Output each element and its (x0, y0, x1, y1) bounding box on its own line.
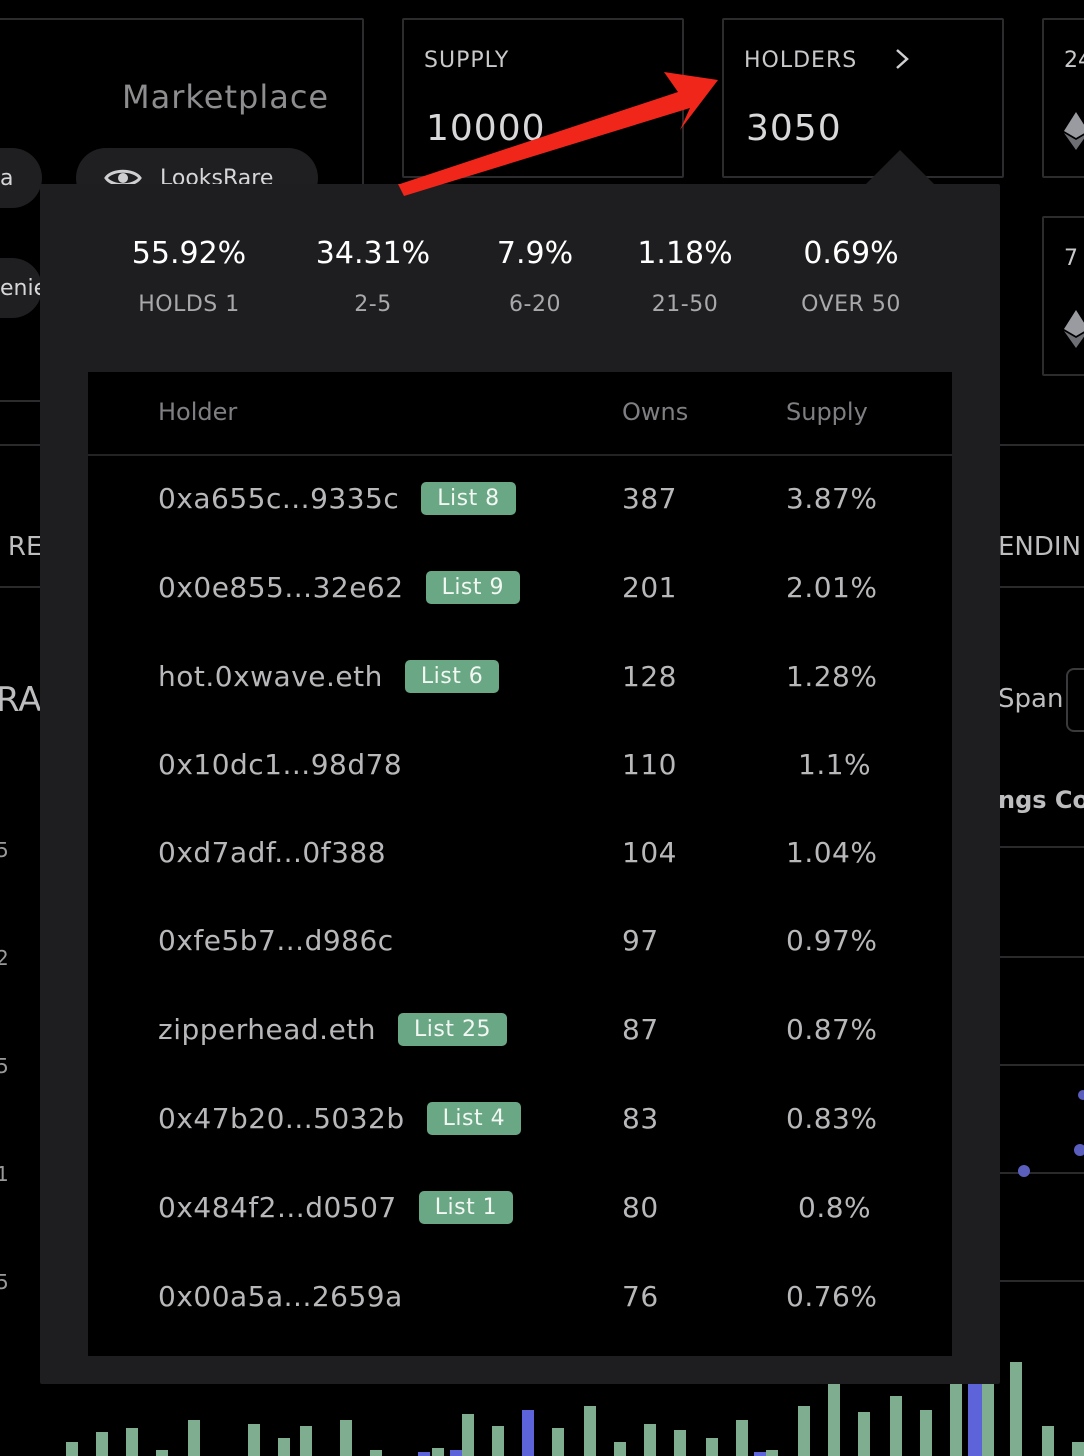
holder-cell[interactable]: 0xd7adf...0f388 (158, 836, 386, 869)
chart-point (1074, 1144, 1084, 1156)
list-badge[interactable]: List 9 (425, 571, 521, 604)
holder-address[interactable]: 0xa655c...9335c (158, 482, 399, 515)
table-row[interactable]: 0x47b20...5032b List 4 83 0.83% (88, 1102, 952, 1190)
distribution-label: 6-20 (509, 292, 561, 317)
supply-cell: 1.1% (798, 748, 872, 781)
holder-address[interactable]: 0xd7adf...0f388 (158, 836, 386, 869)
listings-column-fragment: ngs Co (998, 786, 1084, 814)
holders-table: Holder Owns Supply 0xa655c...9335c List 8… (88, 372, 952, 1356)
supply-cell: 0.8% (798, 1191, 872, 1224)
holders-popup: 55.92% HOLDS 1 34.31% 2-5 7.9% 6-20 1.18… (40, 184, 1000, 1384)
column-header-owns[interactable]: Owns (622, 398, 688, 426)
distribution-label: HOLDS 1 (138, 292, 240, 317)
column-header-holder[interactable]: Holder (158, 398, 237, 426)
holder-address[interactable]: 0x0e855...32e62 (158, 571, 404, 604)
holder-cell[interactable]: 0x484f2...d0507 List 1 (158, 1191, 514, 1224)
timespan-select[interactable] (1066, 668, 1084, 732)
owns-cell: 201 (622, 571, 677, 604)
table-row[interactable]: 0x10dc1...98d78 110 1.1% (88, 748, 952, 836)
holder-address[interactable]: 0xfe5b7...d986c (158, 924, 394, 957)
table-row[interactable]: 0xa655c...9335c List 8 387 3.87% (88, 482, 952, 570)
table-row[interactable]: 0xfe5b7...d986c 97 0.97% (88, 924, 952, 1012)
axis-tick: 5 (0, 838, 9, 862)
holder-cell[interactable]: 0x0e855...32e62 List 9 (158, 571, 521, 604)
holder-cell[interactable]: 0x10dc1...98d78 (158, 748, 402, 781)
divider (1000, 1172, 1084, 1174)
holder-cell[interactable]: 0x00a5a...2659a (158, 1280, 403, 1313)
tab-fragment-left[interactable]: I RE (0, 532, 42, 562)
timespan-label-fragment: Span (998, 684, 1064, 714)
holder-address[interactable]: zipperhead.eth (158, 1013, 376, 1046)
chart-point (1018, 1165, 1030, 1177)
table-row[interactable]: 0x00a5a...2659a 76 0.76% (88, 1280, 952, 1368)
axis-tick: 5 (0, 1054, 9, 1078)
divider (1000, 846, 1084, 848)
holder-address[interactable]: 0x00a5a...2659a (158, 1280, 403, 1313)
distribution-label: OVER 50 (801, 292, 901, 317)
list-badge[interactable]: List 25 (398, 1013, 507, 1046)
section-title-fragment: RA (0, 680, 42, 720)
table-row[interactable]: hot.0xwave.eth List 6 128 1.28% (88, 660, 952, 748)
holder-cell[interactable]: 0xa655c...9335c List 8 (158, 482, 516, 515)
supply-cell: 0.97% (786, 924, 878, 957)
supply-cell: 1.04% (786, 836, 878, 869)
distribution-label: 21-50 (651, 292, 719, 317)
divider (1000, 1280, 1084, 1282)
list-badge[interactable]: List 1 (418, 1191, 514, 1224)
owns-cell: 387 (622, 482, 677, 515)
owns-cell: 104 (622, 836, 677, 869)
owns-cell: 97 (622, 924, 659, 957)
holder-address[interactable]: 0x484f2...d0507 (158, 1191, 397, 1224)
divider (1000, 956, 1084, 958)
holder-cell[interactable]: hot.0xwave.eth List 6 (158, 660, 500, 693)
distribution-label: 2-5 (354, 292, 392, 317)
chart-point (1078, 1090, 1084, 1100)
owns-cell: 128 (622, 660, 677, 693)
holder-cell[interactable]: zipperhead.eth List 25 (158, 1013, 507, 1046)
supply-cell: 2.01% (786, 571, 878, 604)
holder-cell[interactable]: 0x47b20...5032b List 4 (158, 1102, 522, 1135)
holder-cell[interactable]: 0xfe5b7...d986c (158, 924, 394, 957)
table-header-divider (88, 454, 952, 456)
list-badge[interactable]: List 8 (421, 482, 516, 515)
holder-address[interactable]: 0x47b20...5032b (158, 1102, 405, 1135)
axis-tick: 5 (0, 1270, 9, 1294)
supply-cell: 0.83% (786, 1102, 878, 1135)
owns-cell: 76 (622, 1280, 659, 1313)
eth-icon (1064, 310, 1084, 352)
list-badge[interactable]: List 4 (426, 1102, 522, 1135)
column-header-supply[interactable]: Supply (786, 398, 868, 426)
owns-cell: 110 (622, 748, 677, 781)
table-row[interactable]: zipperhead.eth List 25 87 0.87% (88, 1013, 952, 1101)
tab-fragment-right[interactable]: ENDIN (998, 532, 1081, 562)
owns-cell: 80 (622, 1191, 659, 1224)
owns-cell: 87 (622, 1013, 659, 1046)
divider (1000, 1064, 1084, 1066)
supply-cell: 0.87% (786, 1013, 878, 1046)
holder-address[interactable]: 0x10dc1...98d78 (158, 748, 402, 781)
owns-cell: 83 (622, 1102, 659, 1135)
supply-cell: 1.28% (786, 660, 878, 693)
annotation-arrow-icon (398, 72, 718, 196)
table-row[interactable]: 0x0e855...32e62 List 9 201 2.01% (88, 571, 952, 659)
table-row[interactable]: 0x484f2...d0507 List 1 80 0.8% (88, 1191, 952, 1279)
list-badge[interactable]: List 6 (404, 660, 500, 693)
supply-cell: 0.76% (786, 1280, 878, 1313)
supply-cell: 3.87% (786, 482, 878, 515)
holder-address[interactable]: hot.0xwave.eth (158, 660, 383, 693)
axis-tick: 1 (0, 1162, 9, 1186)
axis-tick: 2 (0, 946, 9, 970)
table-row[interactable]: 0xd7adf...0f388 104 1.04% (88, 836, 952, 924)
